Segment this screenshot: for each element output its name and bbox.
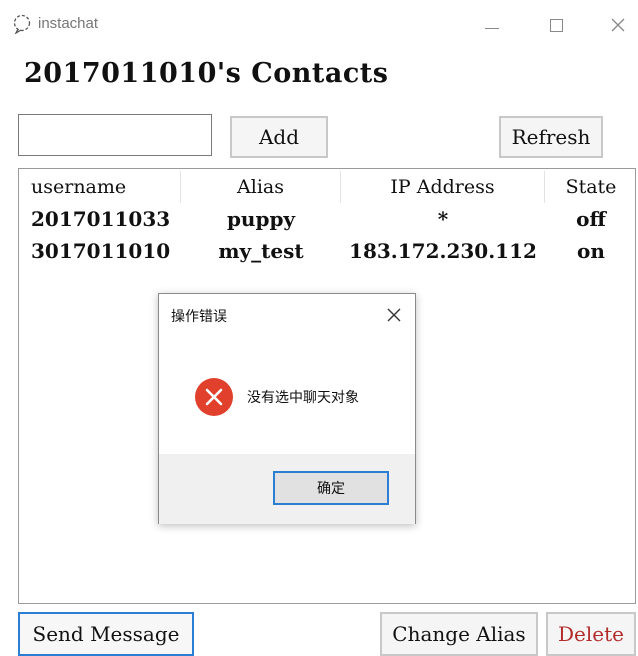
column-header-username[interactable]: username bbox=[19, 171, 181, 203]
title-bar: instachat bbox=[0, 0, 638, 50]
refresh-button[interactable]: Refresh bbox=[499, 116, 603, 158]
dialog-footer: 确定 bbox=[159, 454, 415, 524]
minimize-icon bbox=[485, 27, 499, 29]
close-icon bbox=[387, 308, 401, 322]
contact-input[interactable] bbox=[18, 114, 212, 156]
cell-username: 2017011033 bbox=[31, 207, 171, 231]
send-message-button[interactable]: Send Message bbox=[18, 612, 194, 656]
cell-alias: my_test bbox=[218, 239, 304, 263]
close-window-button[interactable] bbox=[598, 10, 638, 40]
cell-alias: puppy bbox=[226, 207, 296, 231]
cell-username: 3017011010 bbox=[31, 239, 171, 263]
dialog-title: 操作错误 bbox=[171, 309, 227, 325]
table-header: username Alias IP Address State bbox=[19, 171, 635, 203]
close-icon bbox=[611, 18, 625, 32]
cell-ip-address: 183.172.230.112 bbox=[349, 239, 537, 263]
column-header-alias[interactable]: Alias bbox=[181, 171, 341, 203]
add-button[interactable]: Add bbox=[230, 116, 328, 158]
page-title: 2017011010's Contacts bbox=[24, 58, 389, 89]
delete-button[interactable]: Delete bbox=[546, 612, 636, 656]
maximize-icon bbox=[549, 18, 563, 32]
error-dialog: 操作错误 没有选中聊天对象 确定 bbox=[158, 293, 416, 524]
maximize-button[interactable] bbox=[536, 10, 576, 40]
column-header-ip-address[interactable]: IP Address bbox=[341, 171, 545, 203]
dialog-message: 没有选中聊天对象 bbox=[247, 390, 359, 406]
column-header-state[interactable]: State bbox=[545, 171, 637, 203]
ok-button[interactable]: 确定 bbox=[273, 471, 389, 505]
cell-ip-address: * bbox=[437, 207, 449, 231]
dialog-close-button[interactable] bbox=[381, 302, 407, 328]
chat-bubble-icon bbox=[13, 14, 31, 34]
cell-state: on bbox=[577, 239, 605, 263]
error-icon bbox=[195, 378, 233, 416]
minimize-button[interactable] bbox=[472, 10, 512, 40]
change-alias-button[interactable]: Change Alias bbox=[380, 612, 538, 656]
cell-state: off bbox=[576, 207, 606, 231]
table-row[interactable]: 3017011010 my_test 183.172.230.112 on bbox=[19, 235, 635, 267]
table-row[interactable]: 2017011033 puppy * off bbox=[19, 203, 635, 235]
app-title: instachat bbox=[38, 15, 99, 32]
